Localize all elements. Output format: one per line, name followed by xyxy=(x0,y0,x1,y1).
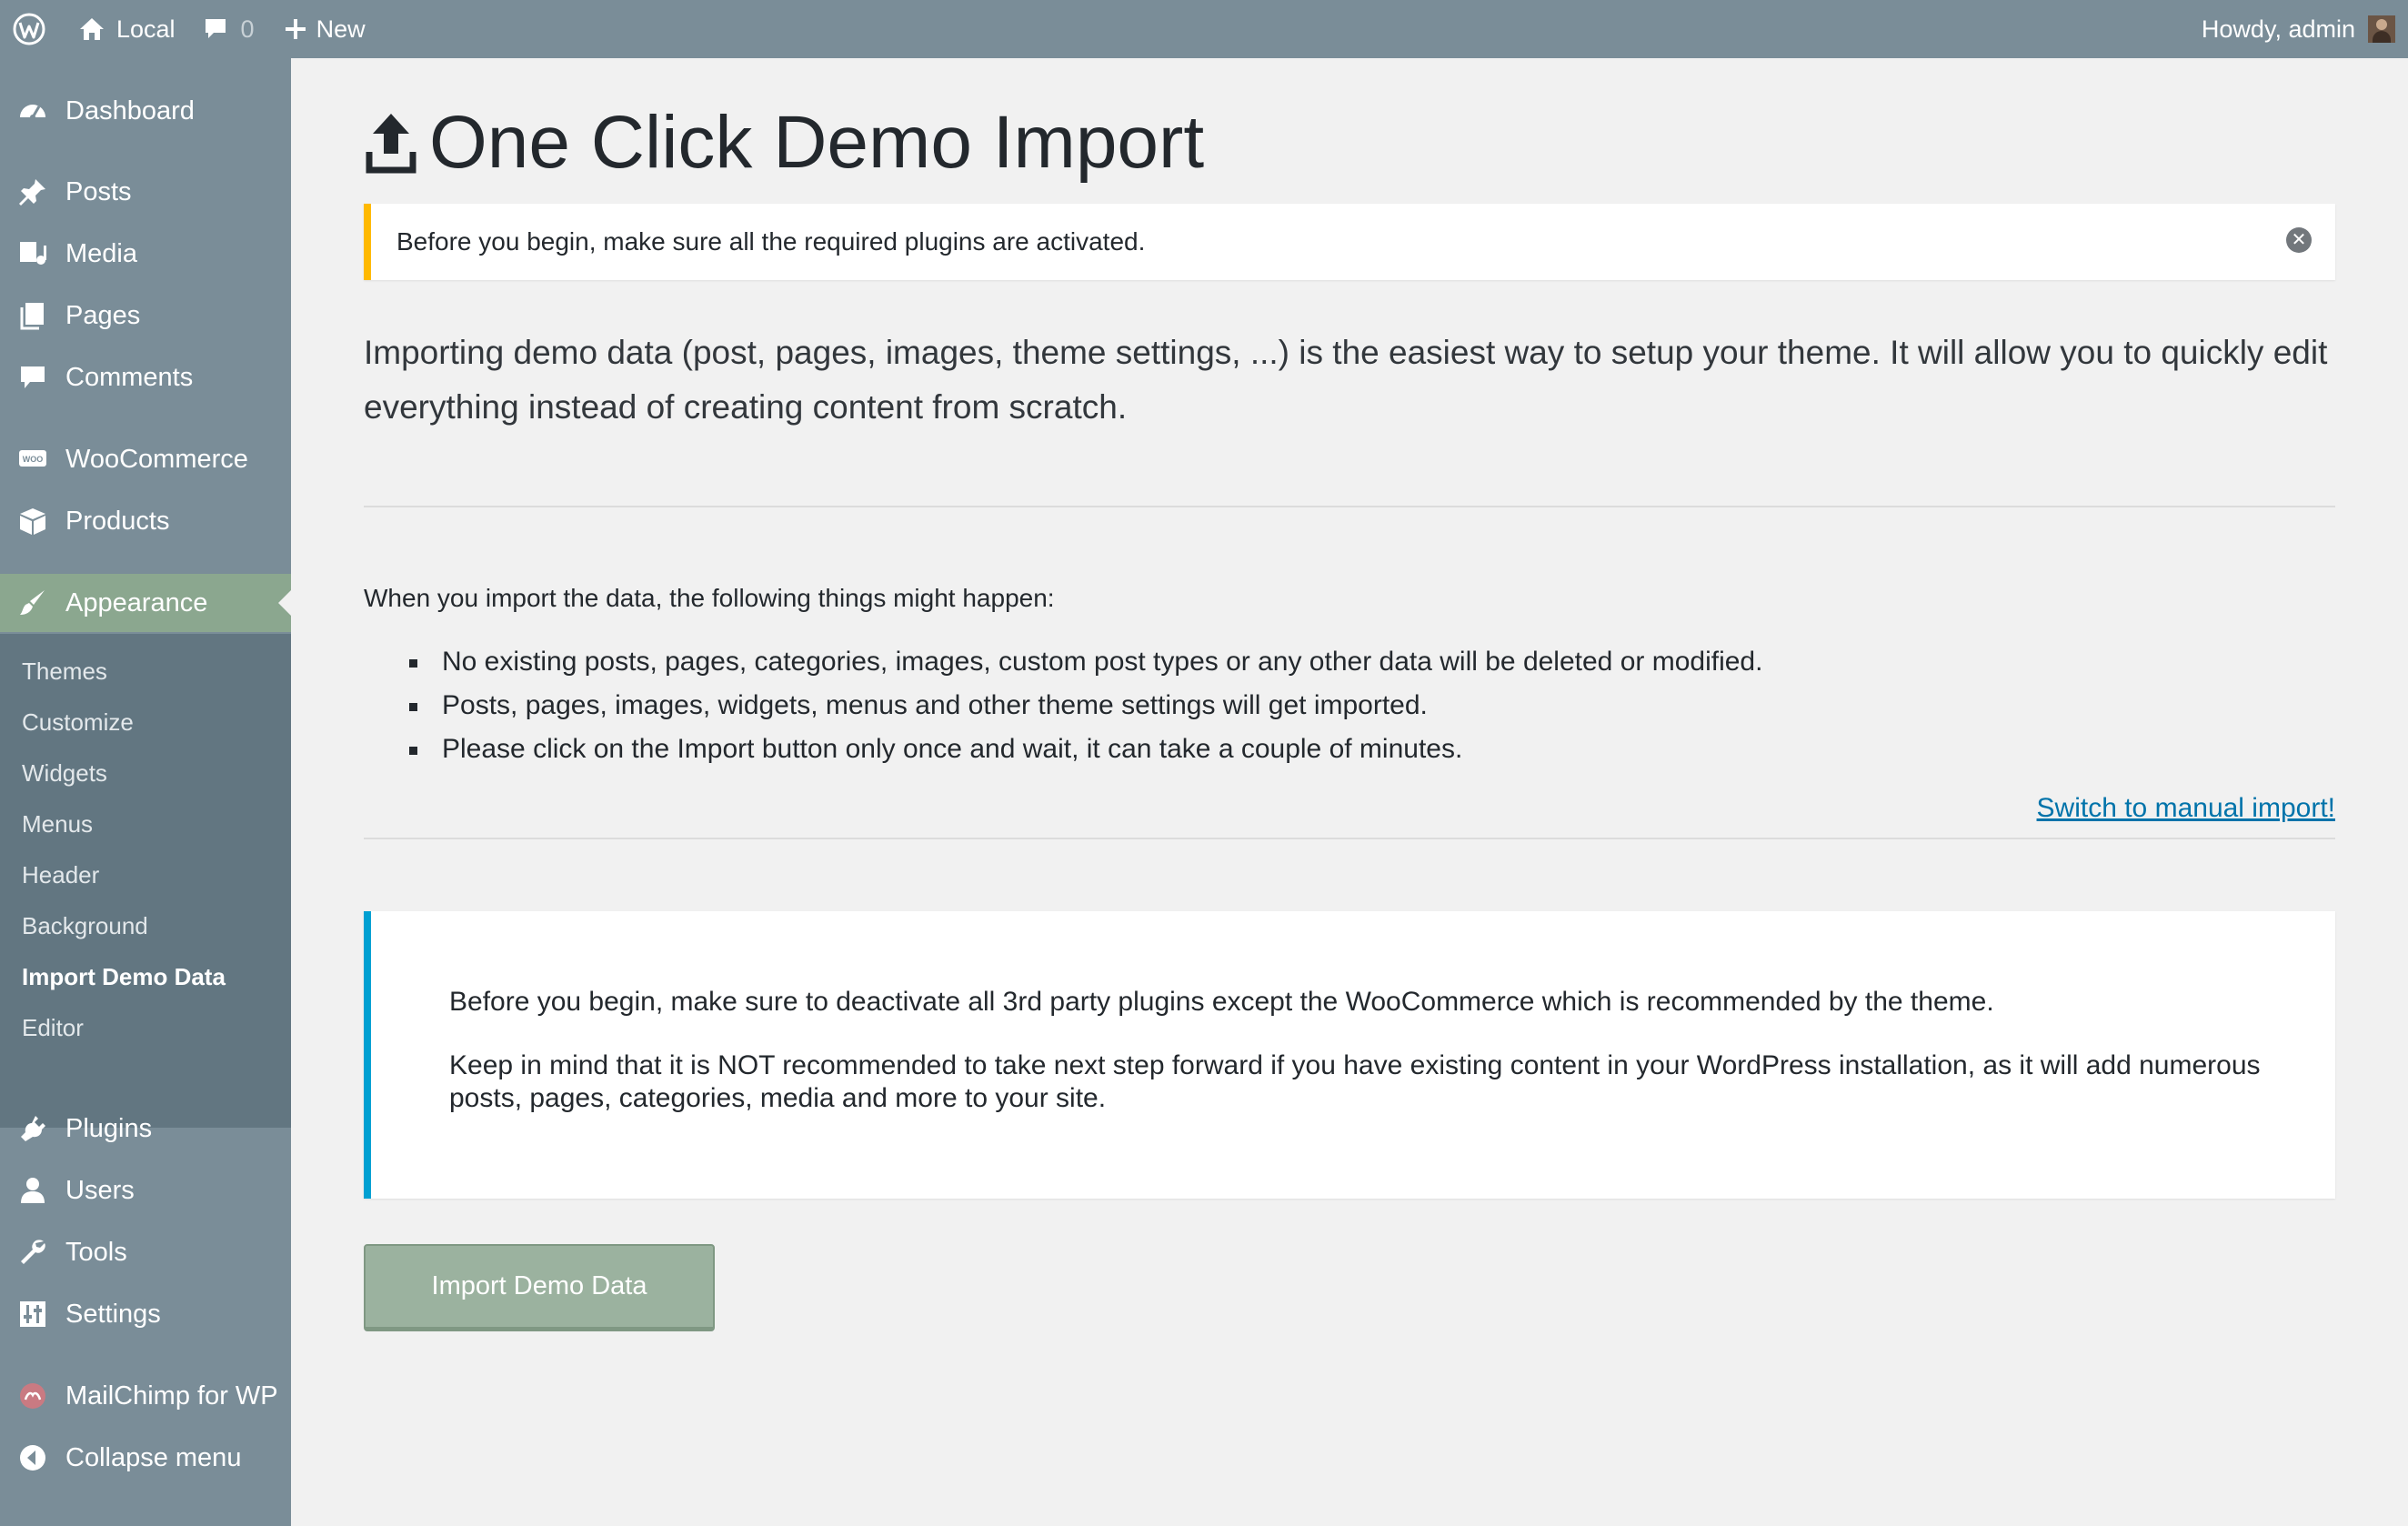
box-icon xyxy=(0,506,65,537)
import-demo-data-button[interactable]: Import Demo Data xyxy=(364,1244,715,1331)
wrench-icon xyxy=(0,1237,65,1268)
submenu-item-header[interactable]: Header xyxy=(22,861,99,889)
submenu-item-background[interactable]: Background xyxy=(22,912,148,940)
sidebar-item-tools[interactable]: Tools xyxy=(0,1223,291,1281)
appearance-submenu: Themes Customize Widgets Menus Header Ba… xyxy=(0,634,291,1128)
site-name-link[interactable]: Local xyxy=(58,0,188,58)
sidebar-item-settings[interactable]: Settings xyxy=(0,1285,291,1343)
home-icon xyxy=(78,15,105,43)
sidebar-item-label: Plugins xyxy=(65,1113,153,1143)
things-title: When you import the data, the following … xyxy=(364,584,1055,612)
sidebar-item-label: Appearance xyxy=(65,587,208,617)
sidebar-item-users[interactable]: Users xyxy=(0,1161,291,1220)
sliders-icon xyxy=(0,1299,65,1330)
sidebar-item-label: MailChimp for WP xyxy=(65,1380,278,1411)
divider xyxy=(364,838,2335,839)
dashboard-icon xyxy=(0,95,65,126)
upload-icon xyxy=(364,110,418,176)
submenu-item-customize[interactable]: Customize xyxy=(22,708,134,737)
admin-bar: Local 0 New Howdy, admin xyxy=(0,0,2408,58)
sidebar-item-woocommerce[interactable]: WOO WooCommerce xyxy=(0,430,291,488)
submenu-item-menus[interactable]: Menus xyxy=(22,810,93,838)
user-icon xyxy=(0,1175,65,1206)
sidebar-item-label: Pages xyxy=(65,300,141,330)
sidebar-item-media[interactable]: Media xyxy=(0,225,291,283)
sidebar-item-dashboard[interactable]: Dashboard xyxy=(0,82,291,140)
mailchimp-icon xyxy=(0,1380,65,1411)
sidebar-item-label: WooCommerce xyxy=(65,444,248,474)
notice-text: Before you begin, make sure all the requ… xyxy=(396,227,1146,256)
required-plugins-notice: Before you begin, make sure all the requ… xyxy=(364,204,2335,280)
woocommerce-icon: WOO xyxy=(0,444,65,475)
sidebar-item-pages[interactable]: Pages xyxy=(0,286,291,345)
sidebar-item-appearance[interactable]: Appearance xyxy=(0,574,291,632)
media-icon xyxy=(0,238,65,269)
site-name-label: Local xyxy=(116,15,176,43)
notice-paragraph: Before you begin, make sure to deactivat… xyxy=(449,987,1994,1017)
comment-bubble-icon xyxy=(203,16,228,42)
comments-link[interactable]: 0 xyxy=(188,0,269,58)
sidebar-item-label: Posts xyxy=(65,176,132,206)
pages-icon xyxy=(0,300,65,331)
submenu-item-widgets[interactable]: Widgets xyxy=(22,759,107,788)
deactivate-plugins-notice: Before you begin, make sure to deactivat… xyxy=(364,911,2335,1199)
plus-icon xyxy=(284,17,307,41)
sidebar-item-label: Settings xyxy=(65,1299,161,1329)
submenu-item-editor[interactable]: Editor xyxy=(22,1014,84,1042)
sidebar-item-label: Users xyxy=(65,1175,135,1205)
divider xyxy=(364,506,2335,507)
intro-text: Importing demo data (post, pages, images… xyxy=(364,334,2328,426)
comment-count: 0 xyxy=(240,15,255,43)
dismiss-notice-icon[interactable]: ✕ xyxy=(2286,227,2312,253)
list-item: No existing posts, pages, categories, im… xyxy=(409,640,1762,684)
svg-text:WOO: WOO xyxy=(23,455,44,464)
my-account-menu[interactable]: Howdy, admin xyxy=(2202,0,2408,58)
list-item: Posts, pages, images, widgets, menus and… xyxy=(409,684,1762,728)
list-item: Please click on the Import button only o… xyxy=(409,728,1762,771)
new-content-button[interactable]: New xyxy=(269,0,380,58)
sidebar-item-label: Dashboard xyxy=(65,95,195,125)
page-title: One Click Demo Import xyxy=(364,105,1204,180)
sidebar-item-label: Products xyxy=(65,506,170,536)
new-label: New xyxy=(316,15,366,43)
submenu-item-themes[interactable]: Themes xyxy=(22,658,107,686)
greeting-label: Howdy, admin xyxy=(2201,15,2355,43)
collapse-menu-button[interactable]: Collapse menu xyxy=(0,1429,291,1487)
switch-to-manual-import-link[interactable]: Switch to manual import! xyxy=(2037,793,2335,824)
comment-icon xyxy=(0,362,65,393)
page-title-text: One Click Demo Import xyxy=(429,101,1205,184)
sidebar-item-comments[interactable]: Comments xyxy=(0,348,291,407)
submenu-item-import-demo-data[interactable]: Import Demo Data xyxy=(22,963,226,991)
avatar xyxy=(2368,15,2395,43)
plug-icon xyxy=(0,1113,65,1144)
pin-icon xyxy=(0,176,65,207)
sidebar-item-plugins[interactable]: Plugins xyxy=(0,1099,291,1158)
notice-paragraph: Keep in mind that it is NOT recommended … xyxy=(449,1050,2261,1113)
things-list: No existing posts, pages, categories, im… xyxy=(409,640,1762,771)
paintbrush-icon xyxy=(0,587,65,618)
sidebar-item-label: Collapse menu xyxy=(65,1442,242,1472)
sidebar-item-label: Media xyxy=(65,238,137,268)
admin-sidebar: Dashboard Posts Media Pages Comments WOO… xyxy=(0,58,291,1526)
sidebar-item-label: Tools xyxy=(65,1237,127,1267)
collapse-icon xyxy=(0,1442,65,1473)
wordpress-logo-icon[interactable] xyxy=(0,0,58,58)
sidebar-item-posts[interactable]: Posts xyxy=(0,163,291,221)
sidebar-item-products[interactable]: Products xyxy=(0,492,291,550)
sidebar-item-mailchimp[interactable]: MailChimp for WP xyxy=(0,1367,291,1425)
sidebar-item-label: Comments xyxy=(65,362,194,392)
